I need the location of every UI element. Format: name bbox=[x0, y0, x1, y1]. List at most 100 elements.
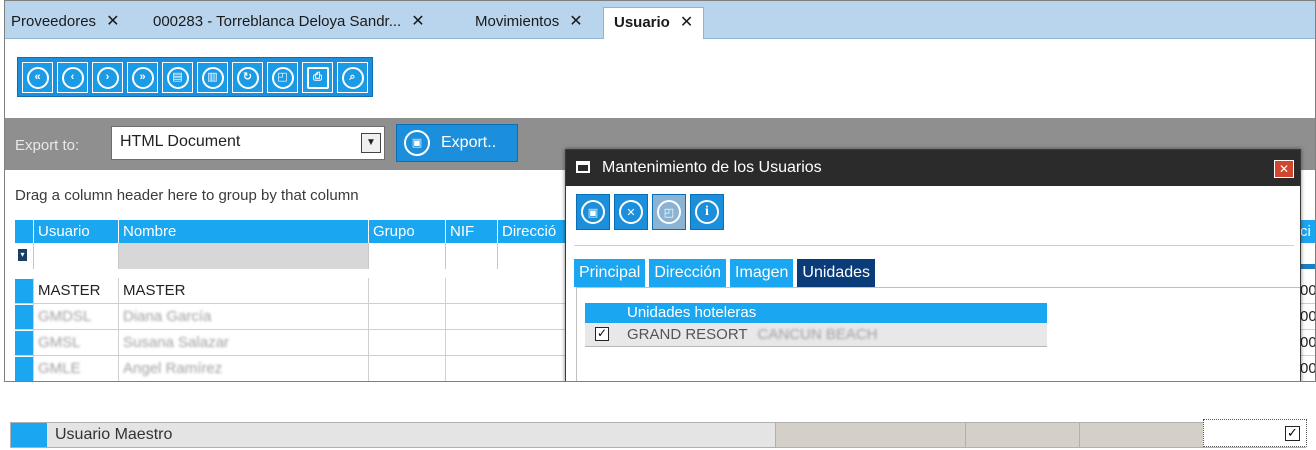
tab-unidades[interactable]: Unidades bbox=[797, 259, 876, 287]
filter-nif[interactable] bbox=[445, 243, 497, 269]
tab-principal[interactable]: Principal bbox=[574, 259, 646, 287]
group-by-hint[interactable]: Drag a column header here to group by th… bbox=[15, 187, 359, 204]
cell-grupo bbox=[368, 356, 445, 381]
row-check-cell[interactable]: ✓ bbox=[1203, 419, 1307, 447]
cell-nif bbox=[445, 356, 497, 381]
printer-icon: ⎙ bbox=[306, 66, 329, 89]
tab-direccion[interactable]: Dirección bbox=[649, 259, 727, 287]
save-icon: ▣ bbox=[581, 200, 605, 224]
column-header-direccion[interactable]: Direcció bbox=[497, 220, 567, 243]
edit-record-button[interactable]: ◰ bbox=[267, 62, 298, 93]
cancel-icon: ✕ bbox=[619, 200, 643, 224]
filter-grupo[interactable] bbox=[368, 243, 445, 269]
unit-checkbox[interactable]: ✓ bbox=[595, 327, 609, 341]
tab-movimientos[interactable]: Movimientos ✕ bbox=[475, 10, 583, 34]
dialog-title-bar[interactable]: Mantenimiento de los Usuarios ✕ bbox=[566, 150, 1300, 186]
export-format-value: HTML Document bbox=[120, 133, 241, 150]
dialog-tabs: Principal Dirección Imagen Unidades bbox=[574, 259, 879, 287]
chevron-down-icon[interactable]: ▼ bbox=[361, 133, 381, 153]
tab-label: Movimientos bbox=[475, 13, 560, 30]
last-icon: » bbox=[131, 66, 154, 89]
filter-icon[interactable]: ▾ bbox=[18, 249, 27, 261]
cell-nombre-text: Susana Salazar bbox=[123, 334, 229, 351]
units-column-header[interactable]: Unidades hoteleras bbox=[585, 303, 1047, 323]
cell-nombre: Angel Ramírez bbox=[118, 356, 368, 381]
close-icon[interactable]: ✕ bbox=[106, 13, 119, 30]
filter-row-indicator: ▾ bbox=[15, 243, 33, 269]
cell-nif bbox=[445, 304, 497, 330]
export-button[interactable]: ▣ Export.. bbox=[396, 124, 518, 162]
filter-nombre[interactable] bbox=[118, 243, 368, 269]
master-user-row[interactable]: Usuario Maestro ✓ bbox=[10, 419, 1307, 448]
edit-icon: ◰ bbox=[271, 66, 294, 89]
close-icon[interactable]: ✕ bbox=[411, 13, 424, 30]
master-checkbox[interactable]: ✓ bbox=[1285, 426, 1300, 441]
row-label: Usuario Maestro bbox=[55, 426, 173, 443]
user-maintenance-dialog: Mantenimiento de los Usuarios ✕ ▣ ✕ ◰ i … bbox=[565, 149, 1301, 381]
cell-usuario: GMLE bbox=[33, 356, 118, 381]
export-format-select[interactable]: HTML Document ▼ bbox=[111, 126, 385, 160]
tab-label: 000283 - Torreblanca Deloya Sandr... bbox=[153, 13, 402, 30]
cell-usuario-text: GMLE bbox=[38, 360, 81, 377]
close-icon[interactable]: ✕ bbox=[680, 14, 693, 31]
cell-nombre-text: Diana García bbox=[123, 308, 212, 325]
cell-usuario: GMSL bbox=[33, 330, 118, 356]
cell-nif bbox=[445, 330, 497, 356]
edit-icon: ◰ bbox=[657, 200, 681, 224]
previous-record-button[interactable]: ‹ bbox=[57, 62, 88, 93]
refresh-button[interactable]: ↻ bbox=[232, 62, 263, 93]
trash-icon: ▥ bbox=[201, 66, 224, 89]
row-cell bbox=[965, 423, 1079, 447]
next-icon: › bbox=[96, 66, 119, 89]
first-icon: « bbox=[26, 66, 49, 89]
export-button-label: Export.. bbox=[441, 134, 497, 151]
last-record-button[interactable]: » bbox=[127, 62, 158, 93]
dialog-toolbar: ▣ ✕ ◰ i bbox=[576, 194, 728, 232]
cell-nombre: Susana Salazar bbox=[118, 330, 368, 356]
search-button[interactable]: ⌕ bbox=[337, 62, 368, 93]
new-record-button[interactable]: ▤ bbox=[162, 62, 193, 93]
tab-label: Proveedores bbox=[11, 13, 97, 30]
dialog-info-button[interactable]: i bbox=[690, 194, 724, 230]
close-icon[interactable]: ✕ bbox=[569, 13, 582, 30]
row-selector[interactable] bbox=[15, 279, 33, 303]
close-icon[interactable]: ✕ bbox=[1274, 160, 1294, 178]
cell-usuario: MASTER bbox=[33, 278, 118, 304]
tab-proveedores[interactable]: Proveedores ✕ bbox=[11, 10, 119, 34]
app-window: Proveedores ✕ 000283 - Torreblanca Deloya… bbox=[4, 0, 1316, 382]
row-selector[interactable] bbox=[15, 305, 33, 329]
units-list-item[interactable]: ✓ GRAND RESORT CANCUN BEACH bbox=[585, 323, 1047, 347]
row-selector[interactable] bbox=[11, 423, 47, 447]
export-label: Export to: bbox=[15, 137, 80, 154]
dialog-cancel-button[interactable]: ✕ bbox=[614, 194, 648, 230]
next-record-button[interactable]: › bbox=[92, 62, 123, 93]
tab-proveedor-detail[interactable]: 000283 - Torreblanca Deloya Sandr... ✕ bbox=[153, 10, 425, 34]
filter-usuario[interactable] bbox=[33, 243, 118, 269]
first-record-button[interactable]: « bbox=[22, 62, 53, 93]
delete-record-button[interactable]: ▥ bbox=[197, 62, 228, 93]
filter-direccion[interactable] bbox=[497, 243, 567, 269]
tab-imagen[interactable]: Imagen bbox=[730, 259, 794, 287]
cell-nombre: Diana García bbox=[118, 304, 368, 330]
column-header-nombre[interactable]: Nombre bbox=[118, 220, 368, 243]
document-icon: ▤ bbox=[166, 66, 189, 89]
cell-nombre: MASTER bbox=[118, 278, 368, 304]
unit-name: GRAND RESORT bbox=[627, 326, 748, 343]
print-button[interactable]: ⎙ bbox=[302, 62, 333, 93]
dialog-edit-button: ◰ bbox=[652, 194, 686, 230]
column-header-usuario[interactable]: Usuario bbox=[33, 220, 118, 243]
column-header-nif[interactable]: NIF bbox=[445, 220, 497, 243]
cell-nombre-text: Angel Ramírez bbox=[123, 360, 223, 377]
row-selector[interactable] bbox=[15, 331, 33, 355]
cell-grupo bbox=[368, 330, 445, 356]
column-header-grupo[interactable]: Grupo bbox=[368, 220, 445, 243]
cell-usuario-text: GMSL bbox=[38, 334, 81, 351]
row-selector[interactable] bbox=[15, 357, 33, 381]
dialog-save-button[interactable]: ▣ bbox=[576, 194, 610, 230]
cell-grupo bbox=[368, 278, 445, 304]
document-tab-bar: Proveedores ✕ 000283 - Torreblanca Deloya… bbox=[5, 1, 1315, 39]
cell-usuario-text: GMDSL bbox=[38, 308, 92, 325]
cell-nif bbox=[445, 278, 497, 304]
info-icon: i bbox=[695, 200, 719, 224]
tab-usuario[interactable]: Usuario ✕ bbox=[603, 7, 705, 39]
